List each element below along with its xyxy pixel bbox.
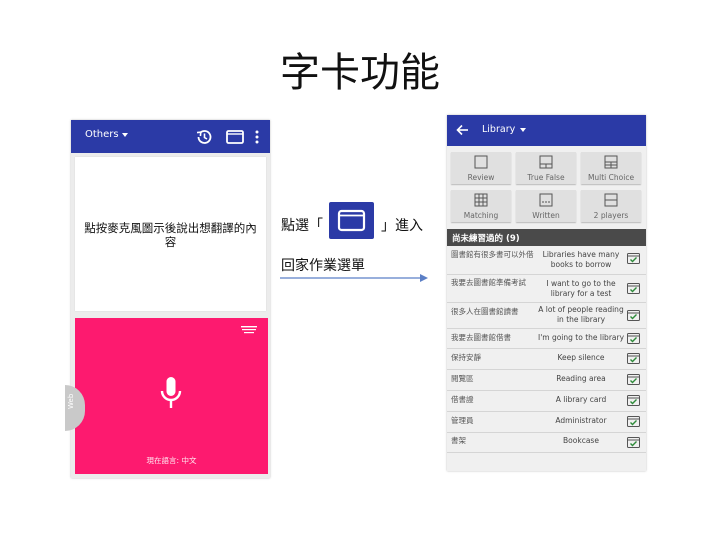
section-header-label: 尚未練習過的 (9) (452, 234, 520, 244)
card-term: 我要去圖書館準備考試 (451, 278, 526, 287)
written-button[interactable]: Written (516, 190, 576, 222)
keyboard-icon[interactable] (241, 326, 257, 336)
back-arrow-icon[interactable] (456, 124, 469, 136)
card-term: 借書證 (451, 395, 474, 404)
written-icon (539, 193, 553, 207)
matching-button[interactable]: Matching (451, 190, 511, 222)
card-definition: Bookcase (563, 436, 599, 445)
slide-title: 字卡功能 (280, 50, 440, 96)
mode-label: Review (467, 173, 495, 182)
language-selector-label[interactable]: Others (85, 129, 119, 140)
review-button[interactable]: Review (451, 152, 511, 184)
multi-choice-icon (604, 155, 618, 169)
card-row[interactable]: 保持安靜 Keep silence (447, 349, 646, 370)
mode-label: Matching (463, 211, 499, 220)
card-row[interactable]: 我要去圖書館借書 I'm going to the library (447, 329, 646, 349)
card-definition: A lot of people reading in the library (538, 305, 624, 324)
app-bar: Library (447, 115, 646, 146)
microphone-panel[interactable]: 現在語言: 中文 (75, 318, 268, 474)
mark-learned-checkbox-icon[interactable] (627, 416, 640, 427)
card-term: 很多人在圖書館讀書 (451, 307, 519, 316)
homework-phone-screen: Library Review True False Multi Choice M… (447, 115, 646, 471)
web-tab-label: Web (67, 393, 75, 409)
dropdown-caret-icon[interactable] (122, 133, 128, 137)
mark-learned-checkbox-icon[interactable] (627, 437, 640, 448)
arrow-right-icon (280, 274, 428, 282)
instruction-text-end: 」進入 (381, 218, 423, 234)
mark-learned-checkbox-icon[interactable] (627, 374, 640, 385)
mark-learned-checkbox-icon[interactable] (627, 395, 640, 406)
flashcards-icon[interactable] (226, 130, 244, 144)
flashcards-icon (337, 209, 366, 232)
card-term: 圖書館有很多書可以外借 (451, 250, 534, 259)
multi-choice-button[interactable]: Multi Choice (581, 152, 641, 184)
card-row[interactable]: 管理員 Administrator (447, 412, 646, 433)
flashcards-button-illustration (329, 202, 374, 239)
microphone-icon[interactable] (159, 376, 183, 412)
card-definition: Keep silence (557, 353, 605, 362)
translator-phone-screen: Others 點按麥克風圖示後說出想翻譯的內容 現在語言: 中文 Web (65, 120, 270, 478)
card-term: 書架 (451, 436, 466, 445)
two-players-button[interactable]: 2 players (581, 190, 641, 222)
true-false-button[interactable]: True False (516, 152, 576, 184)
review-icon (474, 155, 488, 169)
card-definition: Libraries have many books to borrow (542, 250, 620, 269)
card-row[interactable]: 很多人在圖書館讀書 A lot of people reading in the… (447, 303, 646, 329)
mode-label: 2 players (593, 211, 629, 220)
card-definition: Administrator (555, 416, 607, 425)
dropdown-caret-icon[interactable] (520, 128, 526, 132)
matching-icon (474, 193, 488, 207)
card-term: 我要去圖書館借書 (451, 333, 511, 342)
mode-label: Multi Choice (587, 173, 635, 182)
mark-learned-checkbox-icon[interactable] (627, 353, 640, 364)
unpracticed-section-header: 尚未練習過的 (9) (447, 229, 646, 246)
card-definition: I'm going to the library (537, 333, 625, 342)
speak-prompt: 點按麥克風圖示後說出想翻譯的內容 (84, 221, 257, 249)
card-term: 閱覽區 (451, 374, 474, 383)
set-selector-label[interactable]: Library (482, 124, 515, 135)
card-term: 管理員 (451, 416, 474, 425)
card-row[interactable]: 閱覽區 Reading area (447, 370, 646, 391)
card-term: 保持安靜 (451, 353, 481, 362)
more-vert-icon[interactable] (254, 129, 260, 145)
mark-learned-checkbox-icon[interactable] (627, 283, 640, 294)
card-row[interactable]: 我要去圖書館準備考試 I want to go to the library f… (447, 275, 646, 303)
card-definition: Reading area (556, 374, 606, 383)
mode-label: Written (532, 211, 560, 220)
card-row[interactable]: 圖書館有很多書可以外借 Libraries have many books to… (447, 246, 646, 275)
two-players-icon (604, 193, 618, 207)
app-bar: Others (71, 120, 270, 153)
mark-learned-checkbox-icon[interactable] (627, 253, 640, 264)
translation-card: 點按麥克風圖示後說出想翻譯的內容 (75, 157, 266, 311)
history-icon[interactable] (195, 128, 213, 146)
card-row[interactable]: 書架 Bookcase (447, 433, 646, 453)
current-language-label: 現在語言: 中文 (146, 456, 197, 465)
card-definition: A library card (555, 395, 607, 404)
card-row[interactable]: 借書證 A library card (447, 391, 646, 412)
mark-learned-checkbox-icon[interactable] (627, 310, 640, 321)
mode-label: True False (527, 173, 565, 182)
instruction-text-start: 點選「 (281, 218, 323, 234)
mark-learned-checkbox-icon[interactable] (627, 333, 640, 344)
true-false-icon (539, 155, 553, 169)
card-definition: I want to go to the library for a test (546, 279, 616, 298)
